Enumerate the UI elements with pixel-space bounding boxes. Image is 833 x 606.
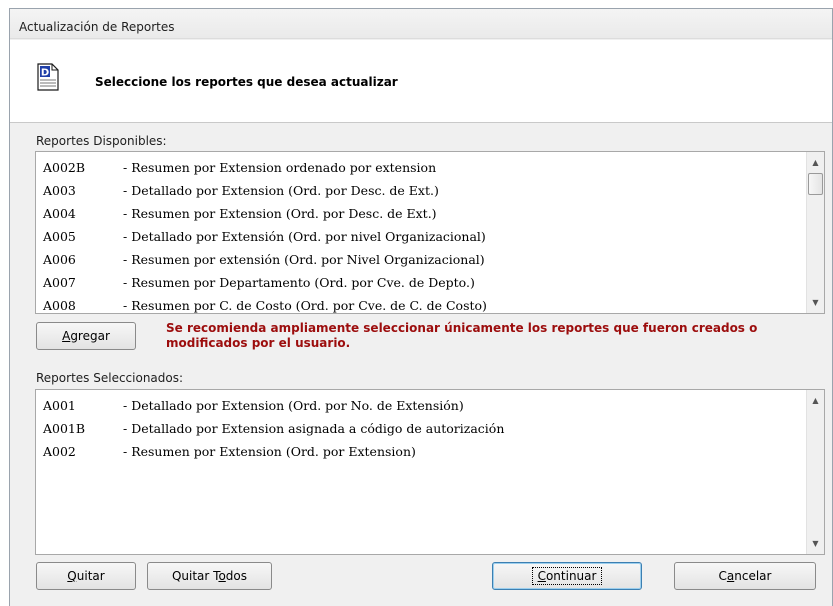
scroll-up-icon[interactable]: ▲ — [807, 154, 824, 171]
list-item[interactable]: A004 - Resumen por Extension (Ord. por De… — [36, 202, 806, 225]
report-code: A006 — [43, 252, 76, 267]
dialog-heading: Seleccione los reportes que desea actual… — [95, 75, 398, 89]
report-update-dialog: Actualización de Reportes D Seleccione l… — [9, 8, 833, 606]
window-title: Actualización de Reportes — [19, 20, 175, 34]
scroll-down-icon[interactable]: ▼ — [807, 294, 824, 311]
selected-reports-list[interactable]: A001 - Detallado por Extension (Ord. por … — [35, 389, 825, 555]
add-button[interactable]: Agregar — [36, 322, 136, 350]
svg-text:D: D — [41, 68, 49, 79]
report-description: - Detallado por Extension asignada a cód… — [123, 421, 505, 436]
report-description: - Detallado por Extension (Ord. por No. … — [123, 398, 464, 413]
report-code: A005 — [43, 229, 76, 244]
dialog-header: D Seleccione los reportes que desea actu… — [10, 40, 832, 123]
report-description: - Detallado por Extension (Ord. por Desc… — [123, 183, 439, 198]
report-description: - Resumen por Departamento (Ord. por Cve… — [123, 275, 475, 290]
list-item[interactable]: A001B - Detallado por Extension asignada … — [36, 417, 806, 440]
report-description: - Resumen por C. de Costo (Ord. por Cve.… — [123, 298, 487, 313]
scroll-down-icon[interactable]: ▼ — [807, 535, 824, 552]
continue-button[interactable]: Continuar — [492, 562, 642, 590]
report-code: A001 — [43, 398, 76, 413]
document-d-icon: D — [37, 63, 59, 91]
available-scrollbar[interactable]: ▲ ▼ — [806, 152, 824, 313]
list-item[interactable]: A001 - Detallado por Extension (Ord. por … — [36, 394, 806, 417]
report-code: A002 — [43, 444, 76, 459]
scroll-up-icon[interactable]: ▲ — [807, 392, 824, 409]
title-bar: Actualización de Reportes — [10, 9, 832, 39]
available-reports-label: Reportes Disponibles: — [36, 134, 167, 148]
list-item[interactable]: A002 - Resumen por Extension (Ord. por Ex… — [36, 440, 806, 463]
report-code: A001B — [43, 421, 86, 436]
list-item[interactable]: A003 - Detallado por Extension (Ord. por … — [36, 179, 806, 202]
report-description: - Resumen por Extension ordenado por ext… — [123, 160, 437, 175]
selected-scrollbar[interactable]: ▲ ▼ — [806, 390, 824, 554]
list-item[interactable]: A005 - Detallado por Extensión (Ord. por … — [36, 225, 806, 248]
remove-button[interactable]: Quitar — [36, 562, 136, 590]
report-code: A002B — [43, 160, 86, 175]
list-item[interactable]: A008 - Resumen por C. de Costo (Ord. por … — [36, 294, 806, 313]
report-code: A004 — [43, 206, 76, 221]
scroll-thumb[interactable] — [808, 173, 823, 195]
list-item[interactable]: A007 - Resumen por Departamento (Ord. por… — [36, 271, 806, 294]
report-description: - Resumen por Extension (Ord. por Desc. … — [123, 206, 437, 221]
report-code: A007 — [43, 275, 76, 290]
available-reports-list[interactable]: A002B - Resumen por Extension ordenado po… — [35, 151, 825, 314]
list-item[interactable]: A006 - Resumen por extensión (Ord. por Ni… — [36, 248, 806, 271]
selected-reports-label: Reportes Seleccionados: — [36, 371, 184, 385]
report-code: A008 — [43, 298, 76, 313]
report-description: - Resumen por extensión (Ord. por Nivel … — [123, 252, 485, 267]
list-item[interactable]: A002B - Resumen por Extension ordenado po… — [36, 156, 806, 179]
report-description: - Resumen por Extension (Ord. por Extens… — [123, 444, 416, 459]
warning-message: Se recomienda ampliamente seleccionar ún… — [166, 321, 758, 350]
report-code: A003 — [43, 183, 76, 198]
cancel-button[interactable]: Cancelar — [674, 562, 816, 590]
report-description: - Detallado por Extensión (Ord. por nive… — [123, 229, 486, 244]
remove-all-button[interactable]: Quitar Todos — [147, 562, 272, 590]
